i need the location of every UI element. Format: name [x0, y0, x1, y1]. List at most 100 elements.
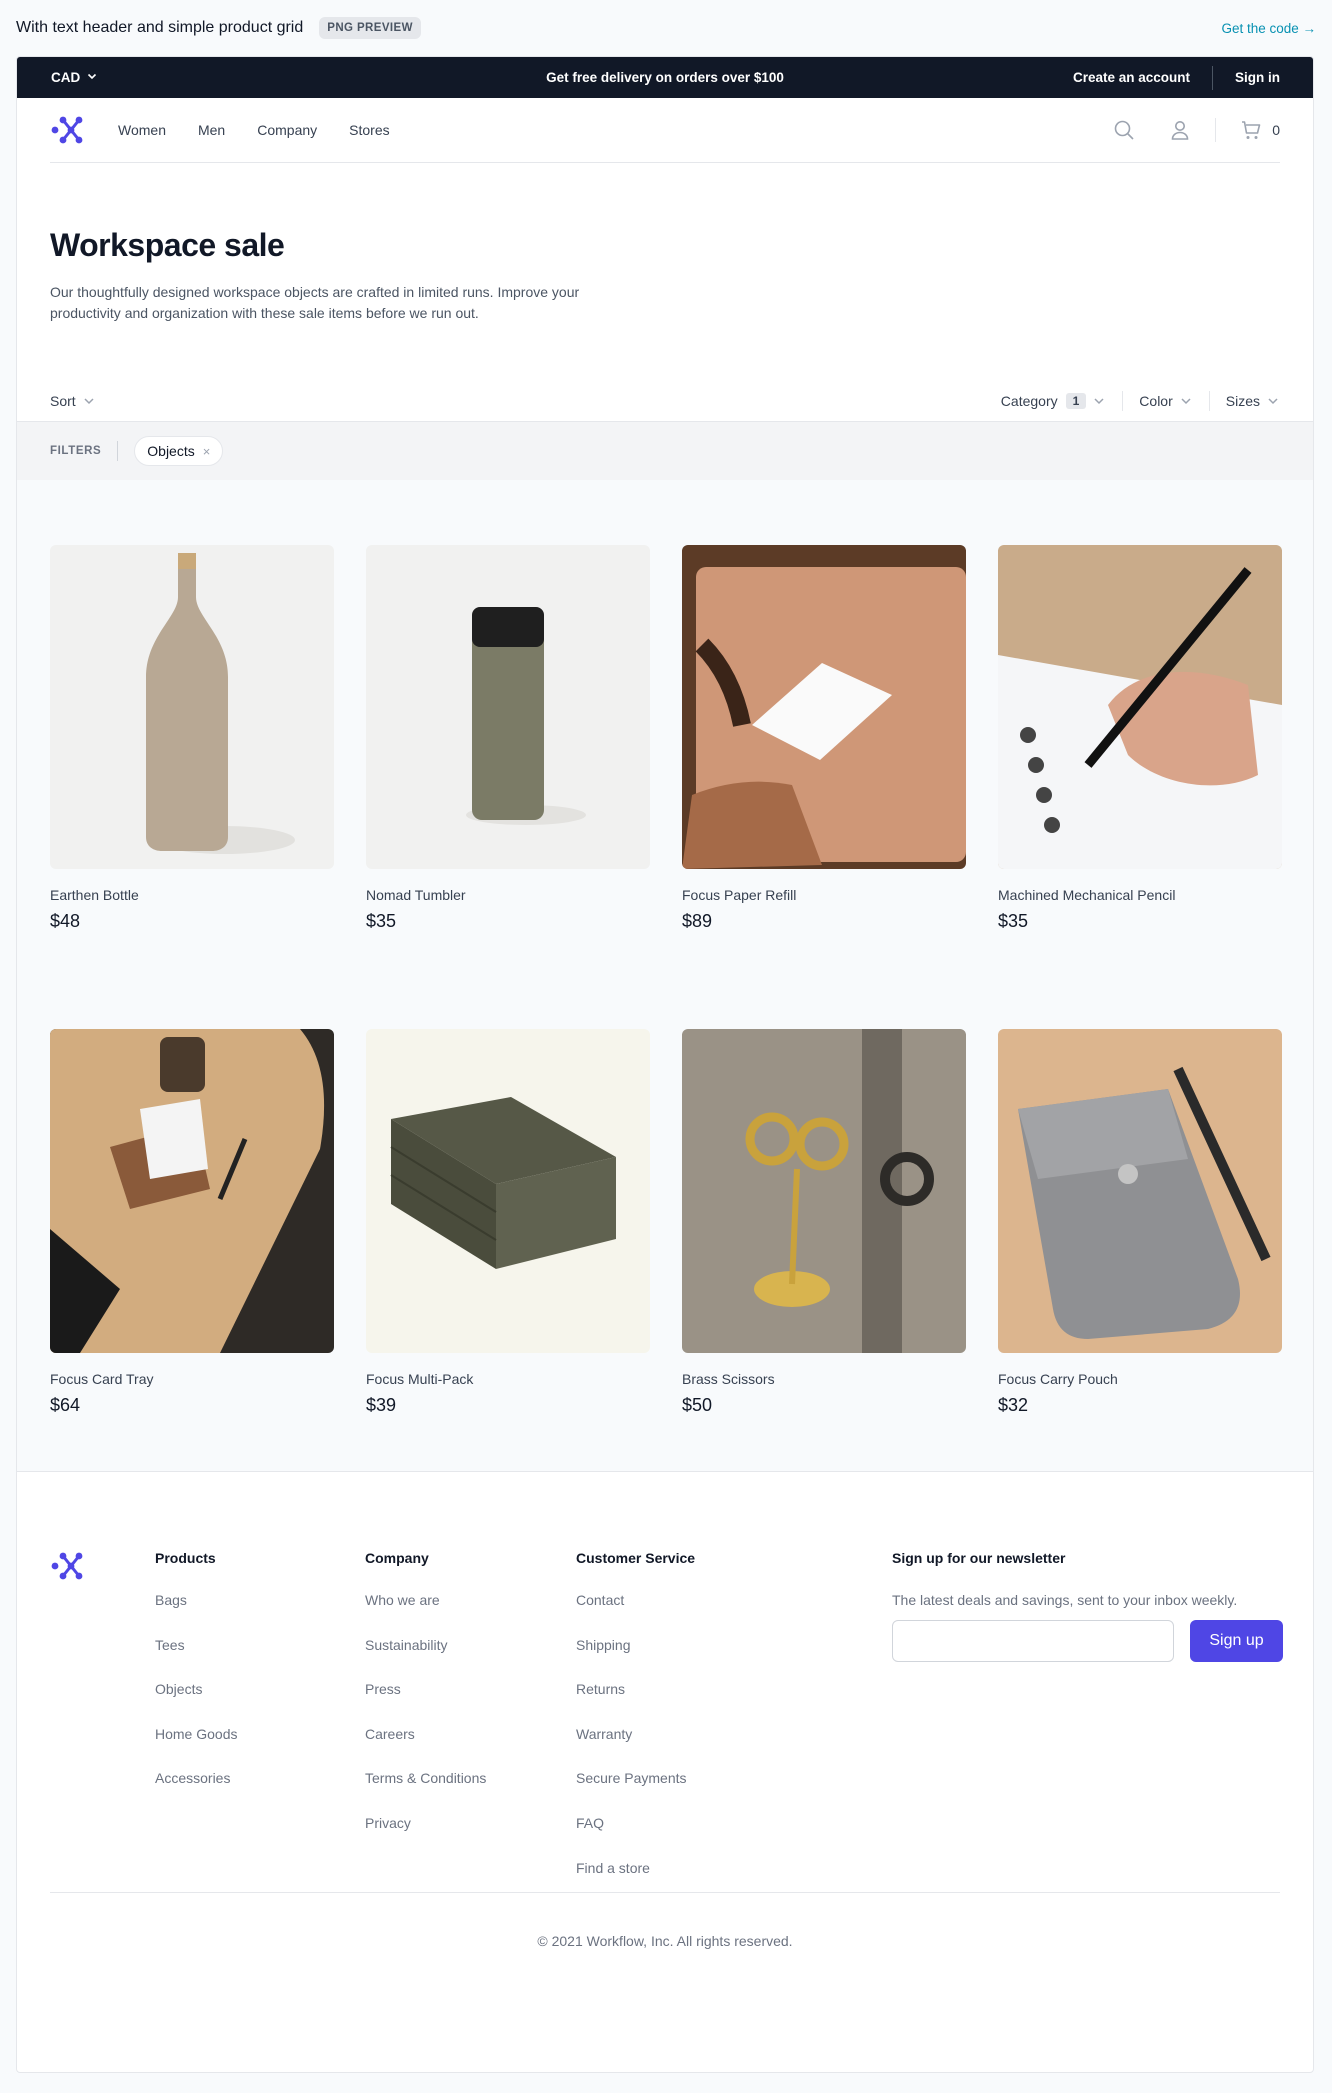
product-image-machined-mechanical-pencil[interactable]	[998, 545, 1282, 869]
nav-link-company[interactable]: Company	[257, 122, 317, 138]
sort-label: Sort	[50, 392, 76, 409]
sizes-filter-dropdown[interactable]: Sizes	[1226, 393, 1280, 409]
preview-title: With text header and simple product grid	[16, 19, 304, 36]
divider	[1212, 65, 1213, 90]
footer-company-column: Company Who we are Sustainability Press …	[365, 1550, 486, 1860]
sign-in-link[interactable]: Sign in	[1235, 70, 1280, 85]
cart-count[interactable]: 0	[1272, 122, 1280, 138]
product-image-focus-card-tray[interactable]	[50, 1029, 334, 1353]
page-title: Workspace sale	[50, 227, 285, 263]
product-name: Machined Mechanical Pencil	[998, 887, 1176, 903]
product-grid: Earthen Bottle $48 Nomad Tumbler $35 Foc…	[17, 480, 1313, 1471]
page-header: Workspace sale Our thoughtfully designed…	[17, 163, 1313, 324]
footer-link[interactable]: Home Goods	[155, 1726, 237, 1771]
footer-link[interactable]: Terms & Conditions	[365, 1770, 486, 1815]
filter-chip-label: Objects	[147, 443, 195, 459]
product-image-earthen-bottle[interactable]	[50, 545, 334, 869]
product-card[interactable]: Focus Card Tray $64	[50, 1029, 334, 1471]
chevron-down-icon	[1179, 394, 1193, 408]
page-description: Our thoughtfully designed workspace obje…	[50, 284, 580, 321]
sign-up-button[interactable]: Sign up	[1190, 1620, 1283, 1662]
footer-link[interactable]: Bags	[155, 1592, 237, 1637]
sort-dropdown[interactable]: Sort	[50, 393, 96, 409]
filters-label: FILTERS	[50, 445, 102, 457]
shopping-cart-icon[interactable]	[1240, 119, 1262, 141]
sizes-label: Sizes	[1225, 392, 1260, 409]
category-filter-dropdown[interactable]: Category 1	[1000, 392, 1107, 409]
filter-chip-objects[interactable]: Objects ×	[134, 436, 224, 466]
product-price: $32	[998, 1395, 1029, 1415]
footer-link[interactable]: Objects	[155, 1681, 237, 1726]
active-filters-bar: FILTERS Objects ×	[17, 422, 1313, 480]
footer-link[interactable]: Sustainability	[365, 1637, 486, 1682]
footer-link[interactable]: FAQ	[576, 1815, 695, 1860]
product-name: Nomad Tumbler	[366, 887, 466, 903]
footer-link[interactable]: Contact	[576, 1592, 695, 1637]
product-price: $48	[50, 911, 81, 931]
get-code-link[interactable]: Get the code →	[1221, 21, 1316, 36]
footer-link[interactable]: Shipping	[576, 1637, 695, 1682]
currency-label: CAD	[51, 70, 81, 85]
site-footer: Products Bags Tees Objects Home Goods Ac…	[17, 1471, 1313, 1989]
product-price: $39	[366, 1395, 397, 1415]
product-price: $50	[682, 1395, 713, 1415]
workflow-logo[interactable]	[50, 1550, 84, 1582]
product-name: Focus Paper Refill	[682, 887, 797, 903]
product-price: $64	[50, 1395, 81, 1415]
product-name: Focus Carry Pouch	[998, 1371, 1118, 1387]
footer-link[interactable]: Tees	[155, 1637, 237, 1682]
product-name: Focus Multi-Pack	[366, 1371, 474, 1387]
email-field[interactable]	[892, 1620, 1174, 1662]
divider	[117, 441, 119, 461]
footer-link[interactable]: Careers	[365, 1726, 486, 1771]
product-card[interactable]: Brass Scissors $50	[682, 1029, 966, 1471]
footer-service-column: Customer Service Contact Shipping Return…	[576, 1550, 695, 1904]
footer-link[interactable]: Returns	[576, 1681, 695, 1726]
footer-link[interactable]: Privacy	[365, 1815, 486, 1860]
nav-link-men[interactable]: Men	[198, 122, 225, 138]
footer-link[interactable]: Accessories	[155, 1770, 237, 1815]
product-image-focus-paper-refill[interactable]	[682, 545, 966, 869]
main-nav: Women Men Company Stores 0	[50, 98, 1280, 163]
product-card[interactable]: Earthen Bottle $48	[50, 545, 334, 987]
create-account-link[interactable]: Create an account	[1073, 70, 1190, 85]
footer-link[interactable]: Secure Payments	[576, 1770, 695, 1815]
close-icon[interactable]: ×	[203, 444, 211, 459]
newsletter-signup: Sign up for our newsletter The latest de…	[892, 1550, 1283, 1662]
divider	[1215, 118, 1217, 142]
product-card[interactable]: Nomad Tumbler $35	[366, 545, 650, 987]
color-filter-dropdown[interactable]: Color	[1139, 393, 1192, 409]
newsletter-heading: Sign up for our newsletter	[892, 1550, 1066, 1566]
category-label: Category	[1000, 392, 1058, 409]
category-count-badge: 1	[1065, 392, 1087, 409]
search-icon[interactable]	[1113, 119, 1135, 141]
workflow-logo[interactable]	[50, 114, 84, 146]
currency-selector[interactable]: CAD	[51, 70, 98, 85]
sort-filter-bar: Sort Category 1 Color Sizes	[17, 380, 1313, 422]
footer-heading: Customer Service	[576, 1550, 696, 1566]
nav-link-women[interactable]: Women	[118, 122, 166, 138]
copyright: © 2021 Workflow, Inc. All rights reserve…	[50, 1892, 1280, 1949]
promo-bar: CAD Get free delivery on orders over $10…	[17, 57, 1313, 98]
product-card[interactable]: Focus Carry Pouch $32	[998, 1029, 1282, 1471]
user-icon[interactable]	[1169, 119, 1191, 141]
footer-link[interactable]: Press	[365, 1681, 486, 1726]
footer-link[interactable]: Who we are	[365, 1592, 486, 1637]
product-image-brass-scissors[interactable]	[682, 1029, 966, 1353]
nav-link-stores[interactable]: Stores	[349, 122, 389, 138]
preview-badge: PNG PREVIEW	[319, 17, 421, 39]
divider	[1208, 390, 1210, 411]
product-card[interactable]: Focus Multi-Pack $39	[366, 1029, 650, 1471]
chevron-down-icon	[82, 394, 96, 408]
footer-link[interactable]: Warranty	[576, 1726, 695, 1771]
product-image-focus-multi-pack[interactable]	[366, 1029, 650, 1353]
chevron-down-icon	[1266, 394, 1280, 408]
product-image-nomad-tumbler[interactable]	[366, 545, 650, 869]
product-card[interactable]: Machined Mechanical Pencil $35	[998, 545, 1282, 987]
product-card[interactable]: Focus Paper Refill $89	[682, 545, 966, 987]
product-image-focus-carry-pouch[interactable]	[998, 1029, 1282, 1353]
product-price: $35	[366, 911, 397, 931]
footer-products-column: Products Bags Tees Objects Home Goods Ac…	[155, 1550, 237, 1815]
color-label: Color	[1139, 392, 1173, 409]
preview-frame: CAD Get free delivery on orders over $10…	[16, 56, 1314, 2073]
